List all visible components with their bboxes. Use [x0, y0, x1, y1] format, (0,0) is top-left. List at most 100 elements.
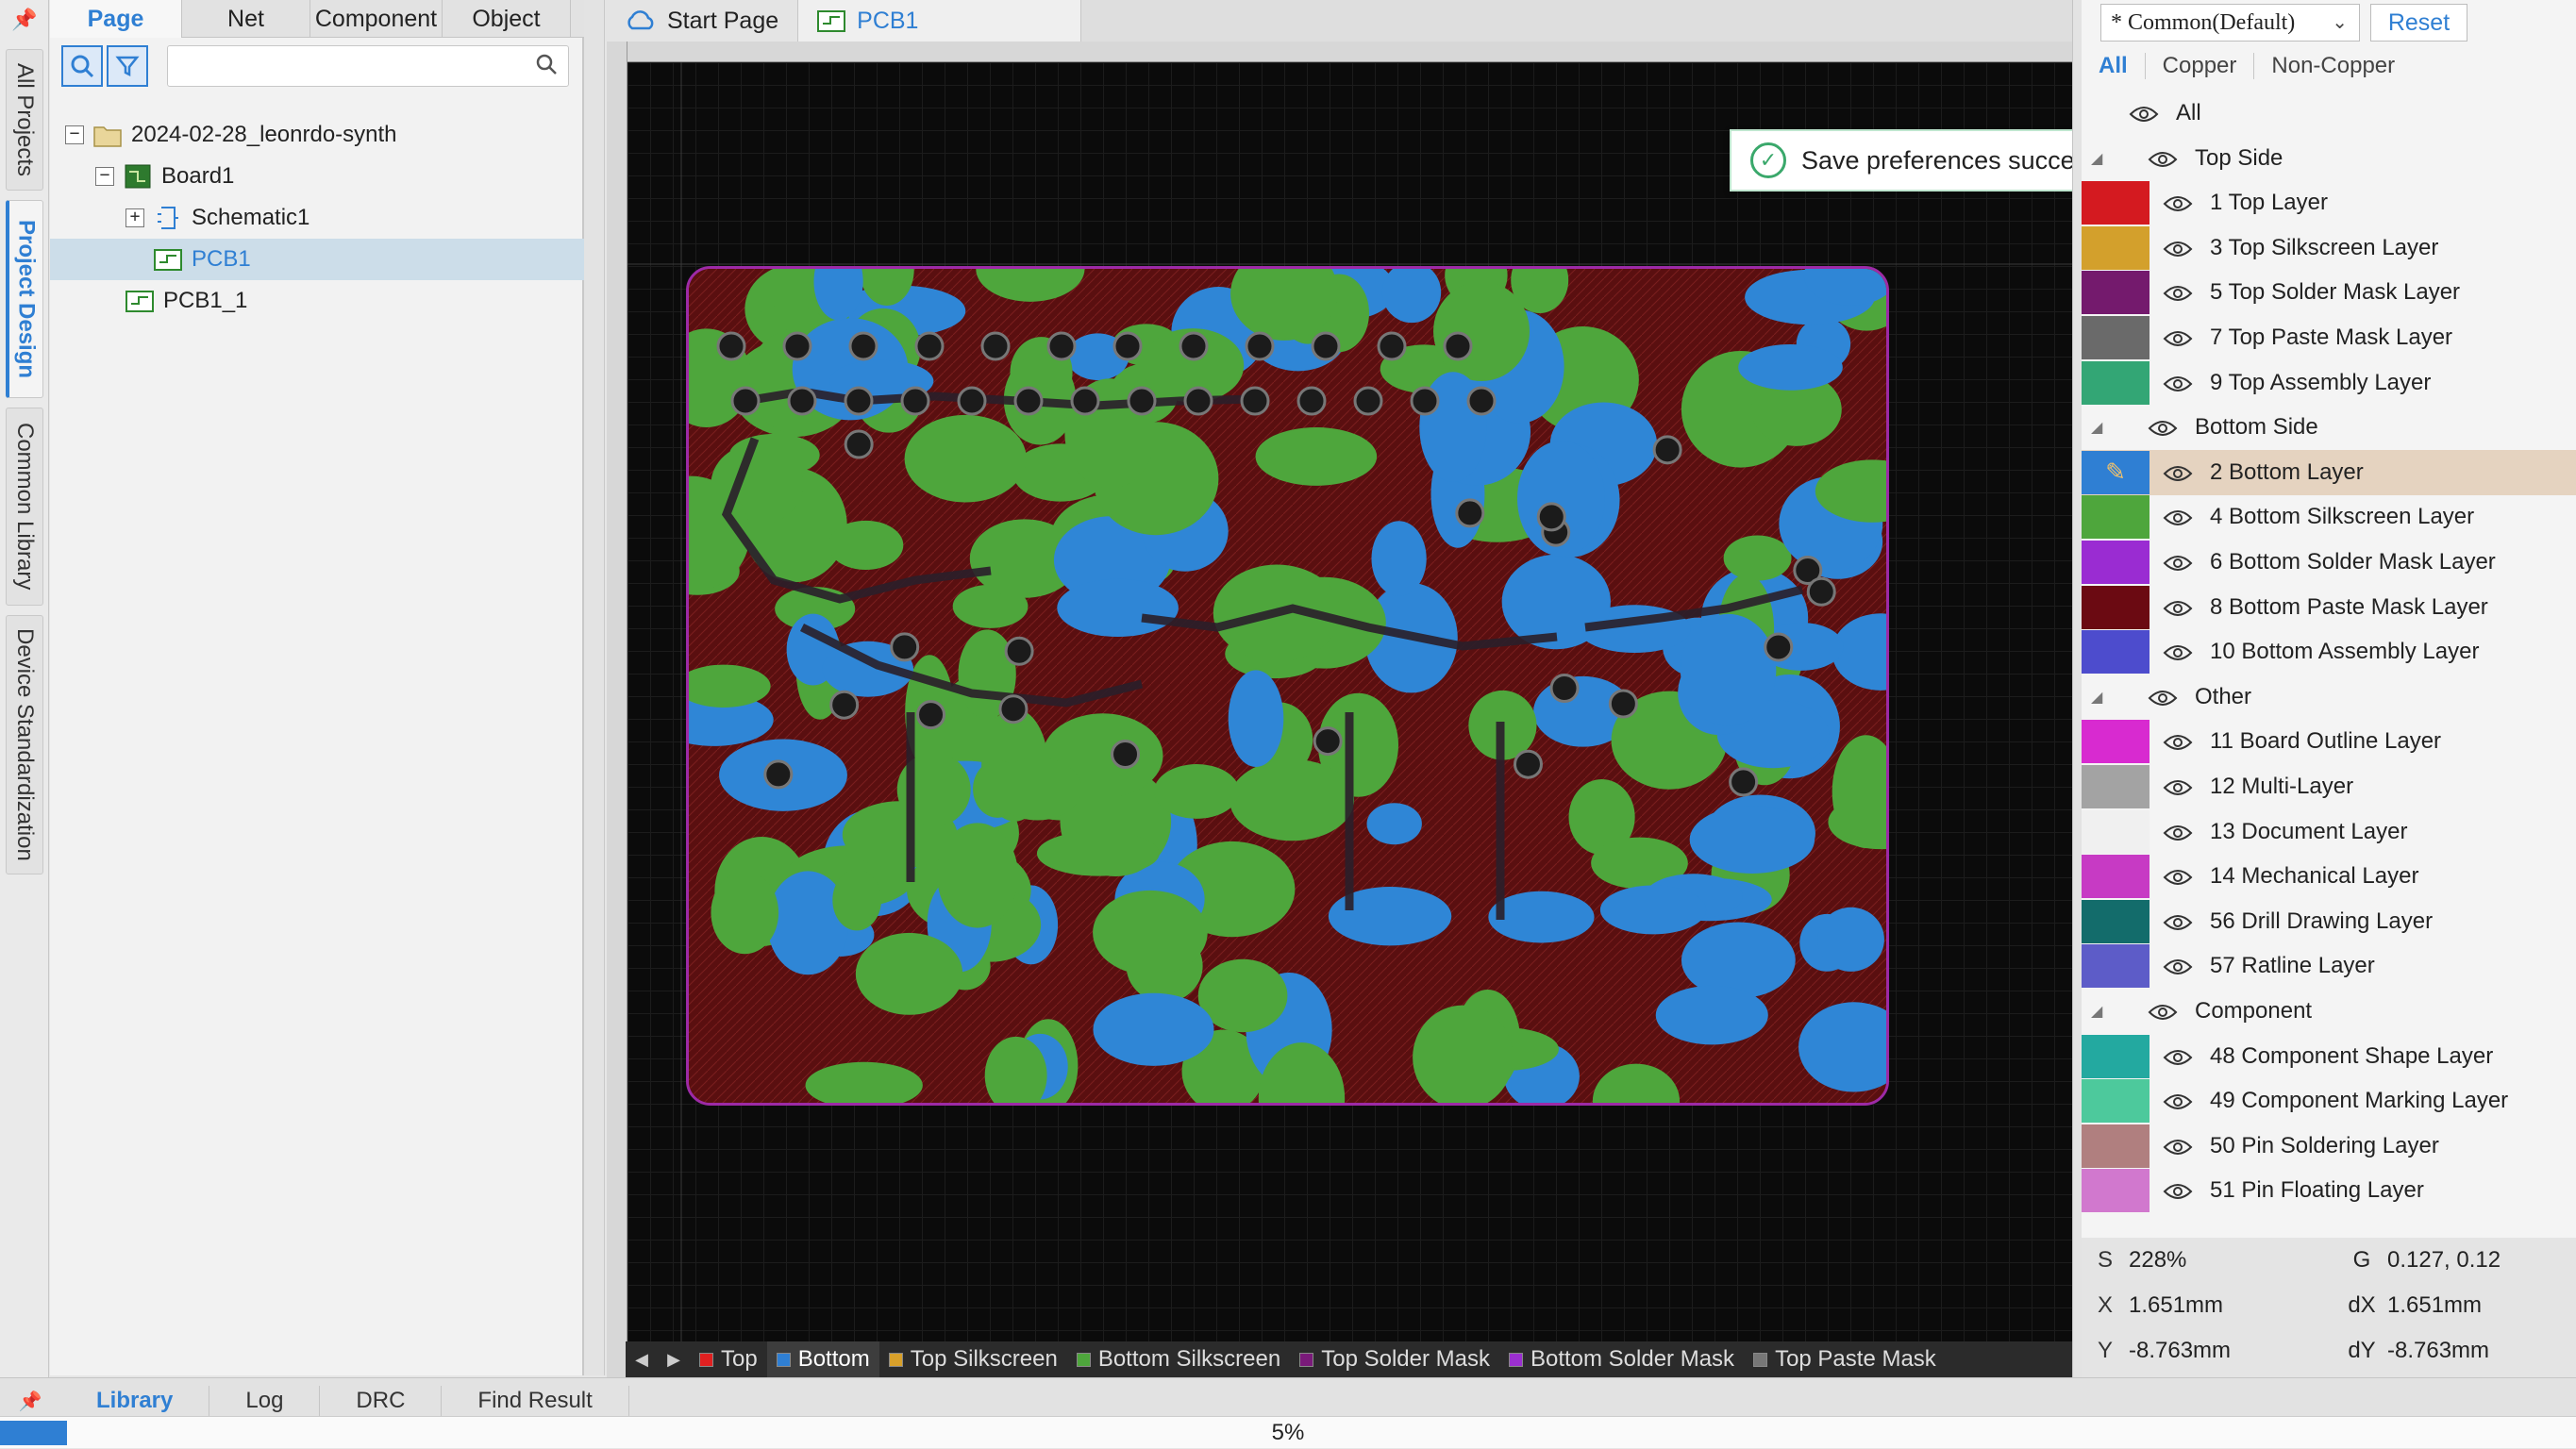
layer-quick-item[interactable]: Top Solder Mask — [1290, 1341, 1499, 1377]
right-splitter[interactable] — [2072, 0, 2082, 1377]
pad[interactable] — [1013, 386, 1044, 416]
expand-icon[interactable]: + — [125, 208, 144, 227]
layer-color-swatch[interactable] — [2082, 855, 2149, 899]
pad[interactable] — [782, 331, 812, 361]
rail-tab-common-library[interactable]: Common Library — [6, 408, 43, 606]
layer-color-swatch[interactable]: ✎ — [2082, 450, 2149, 494]
pad[interactable] — [957, 386, 987, 416]
layer-color-swatch[interactable] — [2082, 585, 2149, 629]
pad[interactable] — [1536, 502, 1566, 532]
pad[interactable] — [1313, 726, 1343, 757]
eye-icon[interactable] — [2163, 598, 2193, 617]
eye-icon[interactable] — [2163, 912, 2193, 931]
collapse-triangle-icon[interactable]: ◢ — [2091, 688, 2102, 707]
pad[interactable] — [716, 331, 746, 361]
eye-icon[interactable] — [2163, 777, 2193, 796]
layer-row[interactable]: 56 Drill Drawing Layer — [2082, 899, 2576, 944]
eye-icon[interactable] — [2163, 1137, 2193, 1156]
layer-row[interactable]: 10 Bottom Assembly Layer — [2082, 629, 2576, 675]
eye-icon[interactable] — [2163, 957, 2193, 975]
layer-row[interactable]: 14 Mechanical Layer — [2082, 854, 2576, 899]
eye-icon[interactable] — [2163, 193, 2193, 212]
pad[interactable] — [1410, 386, 1440, 416]
layer-group-row[interactable]: ◢ Component — [2082, 989, 2576, 1034]
tab-start-page[interactable]: Start Page — [605, 0, 799, 42]
filter-copper[interactable]: Copper — [2146, 53, 2255, 79]
tab-page[interactable]: Page — [50, 0, 182, 38]
pad[interactable] — [1549, 674, 1580, 704]
layer-color-swatch[interactable] — [2082, 271, 2149, 315]
tab-pcb1[interactable]: PCB1 — [798, 0, 1082, 42]
eye-icon[interactable] — [2163, 553, 2193, 572]
layer-quick-item[interactable]: Top — [690, 1341, 767, 1377]
layer-color-swatch[interactable] — [2082, 1034, 2149, 1078]
pad[interactable] — [1806, 576, 1836, 607]
layer-row[interactable]: 6 Bottom Solder Mask Layer — [2082, 540, 2576, 585]
pad[interactable] — [848, 331, 878, 361]
layer-row[interactable]: 57 Ratline Layer — [2082, 943, 2576, 989]
layer-quick-item[interactable]: Top Silkscreen — [879, 1341, 1067, 1377]
filter-non-copper[interactable]: Non-Copper — [2254, 53, 2412, 79]
pad[interactable] — [1127, 386, 1157, 416]
tree-item-pcb1[interactable]: PCB1 — [50, 239, 584, 280]
eye-icon[interactable] — [2163, 374, 2193, 392]
eye-icon[interactable] — [2163, 463, 2193, 482]
eye-icon[interactable] — [2163, 1047, 2193, 1066]
collapse-triangle-icon[interactable]: ◢ — [2091, 418, 2102, 437]
layer-color-swatch[interactable] — [2082, 1169, 2149, 1213]
pad[interactable] — [1764, 632, 1794, 662]
collapse-triangle-icon[interactable]: ◢ — [2091, 149, 2102, 168]
layer-quick-item[interactable]: Bottom Silkscreen — [1067, 1341, 1290, 1377]
search-input[interactable] — [167, 45, 569, 87]
eye-icon[interactable] — [2163, 1091, 2193, 1110]
pad[interactable] — [1296, 386, 1327, 416]
tab-log[interactable]: Log — [209, 1386, 321, 1416]
reset-button[interactable]: Reset — [2370, 4, 2467, 42]
pad[interactable] — [730, 386, 761, 416]
pad[interactable] — [844, 429, 874, 459]
eye-icon[interactable] — [2163, 283, 2193, 302]
layer-color-swatch[interactable] — [2082, 181, 2149, 225]
collapse-triangle-icon[interactable]: ◢ — [2091, 1002, 2102, 1021]
pad[interactable] — [1183, 386, 1213, 416]
layer-row[interactable]: 13 Document Layer — [2082, 809, 2576, 855]
layer-color-swatch[interactable] — [2082, 765, 2149, 808]
layer-row[interactable]: 9 Top Assembly Layer — [2082, 360, 2576, 406]
pad[interactable] — [900, 386, 930, 416]
layer-quick-item[interactable]: Bottom — [766, 1341, 879, 1377]
tab-find-result[interactable]: Find Result — [442, 1386, 629, 1416]
pad[interactable] — [829, 690, 860, 720]
layer-row[interactable]: ✎ 2 Bottom Layer — [2082, 449, 2576, 495]
eye-icon[interactable] — [2163, 508, 2193, 526]
pad[interactable] — [1455, 498, 1485, 528]
rail-tab-all-projects[interactable]: All Projects — [6, 49, 43, 191]
layer-row[interactable]: 12 Multi-Layer — [2082, 764, 2576, 809]
pad[interactable] — [1377, 331, 1407, 361]
tab-drc[interactable]: DRC — [320, 1386, 443, 1416]
layer-color-swatch[interactable] — [2082, 360, 2149, 405]
pad[interactable] — [1111, 740, 1141, 770]
pad[interactable] — [1608, 689, 1638, 719]
pad[interactable] — [1652, 435, 1682, 465]
layer-row[interactable]: 48 Component Shape Layer — [2082, 1034, 2576, 1079]
layer-row[interactable]: 4 Bottom Silkscreen Layer — [2082, 494, 2576, 540]
scroll-left-icon[interactable]: ◀ — [626, 1343, 658, 1375]
layer-row[interactable]: 1 Top Layer — [2082, 180, 2576, 225]
pad[interactable] — [763, 759, 794, 790]
pad[interactable] — [1179, 331, 1209, 361]
pin-icon[interactable]: 📌 — [9, 6, 40, 36]
panel-splitter[interactable] — [584, 0, 605, 1375]
pad[interactable] — [1353, 386, 1383, 416]
layer-color-swatch[interactable] — [2082, 316, 2149, 359]
eye-icon[interactable] — [2148, 1002, 2178, 1021]
pad[interactable] — [916, 700, 946, 730]
layer-color-swatch[interactable] — [2082, 720, 2149, 764]
eye-icon[interactable] — [2163, 823, 2193, 841]
pad[interactable] — [1513, 749, 1543, 779]
pad[interactable] — [890, 632, 920, 662]
eye-icon[interactable] — [2163, 867, 2193, 886]
layer-row[interactable]: 7 Top Paste Mask Layer — [2082, 315, 2576, 360]
tree-item-schematic[interactable]: + Schematic1 — [50, 197, 584, 239]
eye-icon[interactable] — [2163, 1181, 2193, 1200]
pad[interactable] — [1240, 386, 1270, 416]
